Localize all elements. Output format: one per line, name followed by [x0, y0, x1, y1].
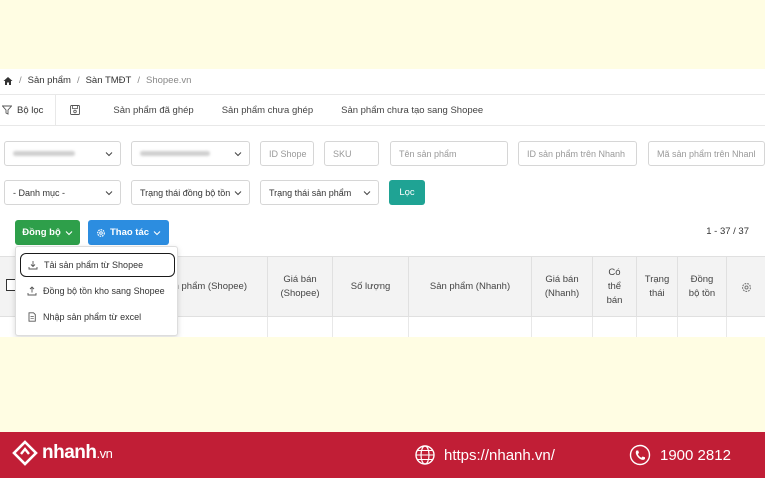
chevron-down-icon [234, 152, 242, 157]
col-price-shopee[interactable]: Giá bán (Shopee) [268, 257, 333, 317]
shop-select[interactable] [4, 141, 121, 166]
tab-not-created-on-shopee[interactable]: Sản phẩm chưa tạo sang Shopee [327, 95, 497, 125]
stock-sync-status-value: Trạng thái đồng bộ tồn [140, 187, 231, 198]
chevron-down-icon [65, 230, 73, 235]
shopee-id-input[interactable]: ID Shope [260, 141, 314, 166]
website-text: https://nhanh.vn/ [444, 446, 555, 464]
file-icon [28, 312, 36, 322]
sku-input[interactable]: SKU [324, 141, 379, 166]
download-icon [28, 261, 38, 270]
chevron-down-icon [234, 191, 242, 196]
col-settings[interactable] [727, 257, 765, 317]
logo-suffix: .vn [96, 446, 113, 461]
gear-icon [97, 228, 105, 237]
product-name-input[interactable]: Tên sản phẩm [390, 141, 508, 166]
category-select[interactable]: - Danh mục - [4, 180, 121, 205]
col-status[interactable]: Trạng thái [637, 257, 678, 317]
footer-banner: nhanh.vn https://nhanh.vn/ 1900 2812 [0, 432, 765, 478]
sync-button[interactable]: Đồng bộ [15, 220, 80, 245]
gear-icon[interactable] [741, 282, 752, 293]
chevron-down-icon [363, 191, 371, 196]
tab-filter-label: Bộ lọc [17, 104, 44, 116]
breadcrumb-marketplace[interactable]: Sàn TMĐT [86, 75, 132, 86]
category-select-value: - Danh mục - [13, 187, 66, 198]
nhanh-logo-icon [12, 440, 38, 466]
filter-icon [2, 105, 12, 115]
menu-item-label: Đồng bộ tồn kho sang Shopee [43, 286, 165, 296]
breadcrumb: / Sản phẩm / Sàn TMĐT / Shopee.vn [0, 69, 765, 92]
actions-button[interactable]: Thao tác [88, 220, 169, 245]
home-icon[interactable] [3, 76, 13, 86]
breadcrumb-current: Shopee.vn [146, 75, 192, 86]
col-product-nhanh[interactable]: Sản phẩm (Nhanh) [409, 257, 532, 317]
save-icon [70, 105, 81, 115]
hotline[interactable]: 1900 2812 [629, 444, 731, 466]
menu-item-sync-stock-to-shopee[interactable]: Đồng bộ tồn kho sang Shopee [20, 279, 175, 303]
app-window: / Sản phẩm / Sàn TMĐT / Shopee.vn Bộ lọc… [0, 69, 765, 337]
breadcrumb-products[interactable]: Sản phẩm [28, 75, 71, 86]
chevron-down-icon [105, 191, 113, 196]
tab-filter[interactable]: Bộ lọc [0, 95, 57, 125]
phone-icon [629, 444, 651, 466]
brand-select[interactable] [131, 141, 250, 166]
menu-item-import-excel[interactable]: Nhập sản phẩm từ excel [20, 305, 175, 329]
col-quantity[interactable]: Số lượng [333, 257, 409, 317]
tab-save[interactable] [56, 95, 99, 125]
stock-sync-status-select[interactable]: Trạng thái đồng bộ tồn [131, 180, 250, 205]
tab-bar: Bộ lọc Sản phẩm đã ghép Sản phẩm chưa gh… [0, 94, 765, 126]
tab-matched-products[interactable]: Sản phẩm đã ghép [99, 95, 207, 125]
col-stock-sync[interactable]: Đồng bộ tồn [678, 257, 727, 317]
actions-button-label: Thao tác [109, 227, 150, 238]
sync-button-label: Đồng bộ [22, 227, 61, 238]
upload-icon [27, 286, 37, 296]
chevron-down-icon [105, 152, 113, 157]
sync-dropdown-menu: Tải sản phẩm từ Shopee Đồng bộ tồn kho s… [15, 246, 178, 336]
menu-item-label: Tải sản phẩm từ Shopee [44, 260, 144, 270]
nhanh-product-id-input[interactable]: ID sản phẩm trên Nhanh [518, 141, 637, 166]
product-status-value: Trạng thái sản phẩm [269, 187, 352, 198]
chevron-down-icon [153, 230, 161, 235]
logo-brand: nhanh [42, 442, 97, 463]
website-link[interactable]: https://nhanh.vn/ [414, 444, 555, 466]
col-available[interactable]: Có thể bán [593, 257, 637, 317]
product-status-select[interactable]: Trạng thái sản phẩm [260, 180, 379, 205]
pagination-info: 1 - 37 / 37 [706, 226, 749, 237]
phone-number: 1900 2812 [660, 446, 731, 464]
tab-unmatched-products[interactable]: Sản phẩm chưa ghép [208, 95, 327, 125]
nhanh-product-code-input[interactable]: Mã sản phẩm trên Nhanl [648, 141, 765, 166]
menu-item-label: Nhập sản phẩm từ excel [43, 312, 142, 322]
filter-button[interactable]: Lọc [389, 180, 425, 205]
col-price-nhanh[interactable]: Giá bán (Nhanh) [532, 257, 593, 317]
globe-icon [415, 445, 435, 465]
menu-item-download-from-shopee[interactable]: Tải sản phẩm từ Shopee [20, 253, 175, 277]
nhanh-logo: nhanh.vn [12, 440, 113, 466]
